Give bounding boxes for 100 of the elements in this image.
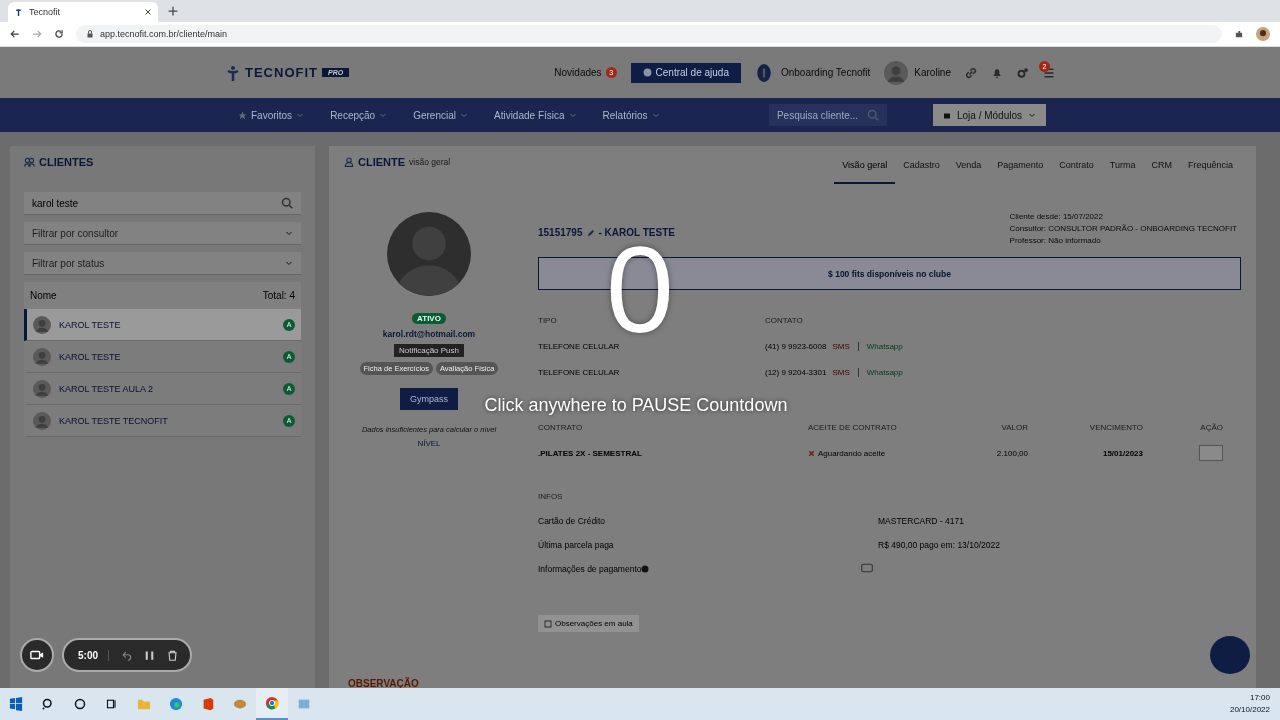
filter-dropdown[interactable]: Filtrar por consultor [24, 222, 301, 245]
office-icon [201, 697, 215, 711]
tab[interactable]: Frequência [1179, 156, 1241, 184]
email-link[interactable]: karol.rdt@hotmail.com [382, 329, 476, 339]
x-icon [808, 449, 815, 457]
teacher-text: Professor: Não informado [1009, 236, 1102, 245]
info-value: MASTERCARD - 4171 [878, 516, 964, 526]
column-header: VALOR [1000, 423, 1028, 432]
pause-icon [144, 649, 155, 661]
user-icon [344, 157, 354, 167]
section-title: INFOS [538, 492, 563, 501]
link-icon [965, 66, 977, 79]
search-field[interactable]: karol teste [24, 192, 301, 215]
help-icon [642, 68, 652, 77]
profile-photo-icon [387, 212, 471, 296]
client-since: Cliente desde: 15/07/2022 [1009, 212, 1104, 221]
tab[interactable]: Venda [947, 156, 990, 184]
help-icon [641, 565, 650, 573]
search-icon [42, 698, 54, 710]
nav-menu-item[interactable]: Gerencial [413, 109, 468, 121]
column-header: ACEITE DE CONTRATO [808, 423, 898, 432]
avatar-icon [1256, 27, 1270, 41]
panel-subtitle: visão geral [409, 157, 451, 167]
panel-title: CLIENTES [39, 156, 94, 168]
address-bar[interactable]: app.tecnofit.com.br/cliente/main [76, 25, 1222, 43]
sms-link[interactable]: SMS [832, 367, 850, 377]
user-avatar-icon [884, 60, 909, 85]
push-notification-button[interactable]: Notificação Push [394, 344, 464, 357]
reload-icon [54, 29, 64, 39]
info-value: R$ 490,00 pago em: 13/10/2022 [878, 540, 1000, 550]
column-header: CONTATO [765, 316, 803, 325]
user-name[interactable]: Karoline [914, 67, 951, 78]
column-header: AÇÃO [1199, 423, 1223, 432]
forward-icon [32, 29, 42, 39]
help-button[interactable]: Central de ajuda [630, 62, 741, 83]
recording-timer: 5:00 [78, 649, 109, 661]
nav-menu-item[interactable]: Recepção [330, 109, 388, 121]
client-search-field[interactable]: Pesquisa cliente... [768, 104, 887, 126]
tab[interactable]: Turma [1101, 156, 1144, 184]
news-link[interactable]: Novidades [554, 67, 602, 78]
pencil-icon [586, 228, 595, 237]
column-header: Nome [30, 290, 57, 301]
windows-icon [9, 697, 23, 711]
level-link[interactable]: NÍVEL [417, 439, 441, 448]
menu-icon [1043, 66, 1055, 79]
caret-icon [285, 229, 293, 237]
avatar-icon [33, 315, 51, 334]
users-icon [24, 156, 35, 168]
extensions-icon [1234, 29, 1244, 39]
column-header: CONTRATO [538, 423, 584, 432]
avatar-icon [33, 347, 51, 366]
window-app-icon [297, 697, 311, 711]
browser-tab[interactable]: Tecnofit [8, 2, 158, 22]
tab[interactable]: Cadastro [895, 156, 948, 184]
card-icon [861, 562, 874, 574]
caret-icon [285, 259, 293, 267]
back-icon [10, 29, 20, 39]
store-button[interactable]: Loja / Módulos [932, 104, 1046, 126]
column-header: TIPO [538, 316, 558, 325]
close-icon [144, 8, 152, 16]
onboarding-link[interactable]: Onboarding Tecnofit [780, 67, 871, 78]
whatsapp-link[interactable]: Whatsapp [866, 341, 903, 351]
caret-icon [1028, 111, 1036, 119]
caret-icon [296, 111, 305, 119]
observations-button[interactable]: Observações em aula [538, 615, 639, 632]
nav-menu-item[interactable]: Relatórios [602, 109, 660, 121]
sms-link[interactable]: SMS [832, 341, 850, 351]
gympass-button[interactable]: Gympass [400, 388, 458, 410]
table-cell: Aguardando aceite [818, 448, 886, 458]
edge-icon [169, 697, 183, 711]
chat-button[interactable] [1210, 636, 1250, 674]
caret-icon [379, 111, 388, 119]
logo-icon [14, 7, 23, 17]
nav-menu-item[interactable]: Atividade Física [493, 109, 577, 121]
countdown-message[interactable]: Click anywhere to PAUSE Countdown [484, 395, 788, 415]
search-icon [866, 109, 879, 121]
table-cell-text: .PILATES 2X - SEMESTRAL [538, 448, 643, 458]
new-tab-icon [168, 6, 178, 16]
tab[interactable]: CRM [1143, 156, 1180, 184]
tab[interactable]: Contrato [1051, 156, 1102, 184]
clock-date: 20/10/2022 [1229, 704, 1270, 716]
tab[interactable]: Pagamento [989, 156, 1052, 184]
avatar-icon [33, 379, 51, 398]
filter-dropdown[interactable]: Filtrar por status [24, 252, 301, 275]
app-icon [233, 697, 247, 711]
tab[interactable]: Visão geral [834, 156, 896, 184]
whatsapp-link[interactable]: Whatsapp [866, 367, 903, 377]
lock-icon [86, 30, 94, 38]
column-header: VENCIMENTO [1088, 423, 1143, 432]
nav-menu-item[interactable]: Favoritos [238, 109, 305, 121]
bell-icon [991, 66, 1003, 79]
figure-icon [225, 64, 241, 81]
panel-title: CLIENTE [358, 156, 406, 168]
caret-icon [651, 111, 660, 119]
status-badge: ATIVO [412, 313, 446, 324]
table-cell-text: TELEFONE CELULAR [538, 341, 621, 351]
action-button[interactable] [1199, 445, 1223, 461]
consultant-text: Consultor: CONSULTOR PADRÃO - ONBOARDING TECNOFIT [1009, 224, 1237, 233]
circle-icon [74, 698, 86, 710]
phone-number: (12) 9 9204-3301 [765, 367, 827, 377]
